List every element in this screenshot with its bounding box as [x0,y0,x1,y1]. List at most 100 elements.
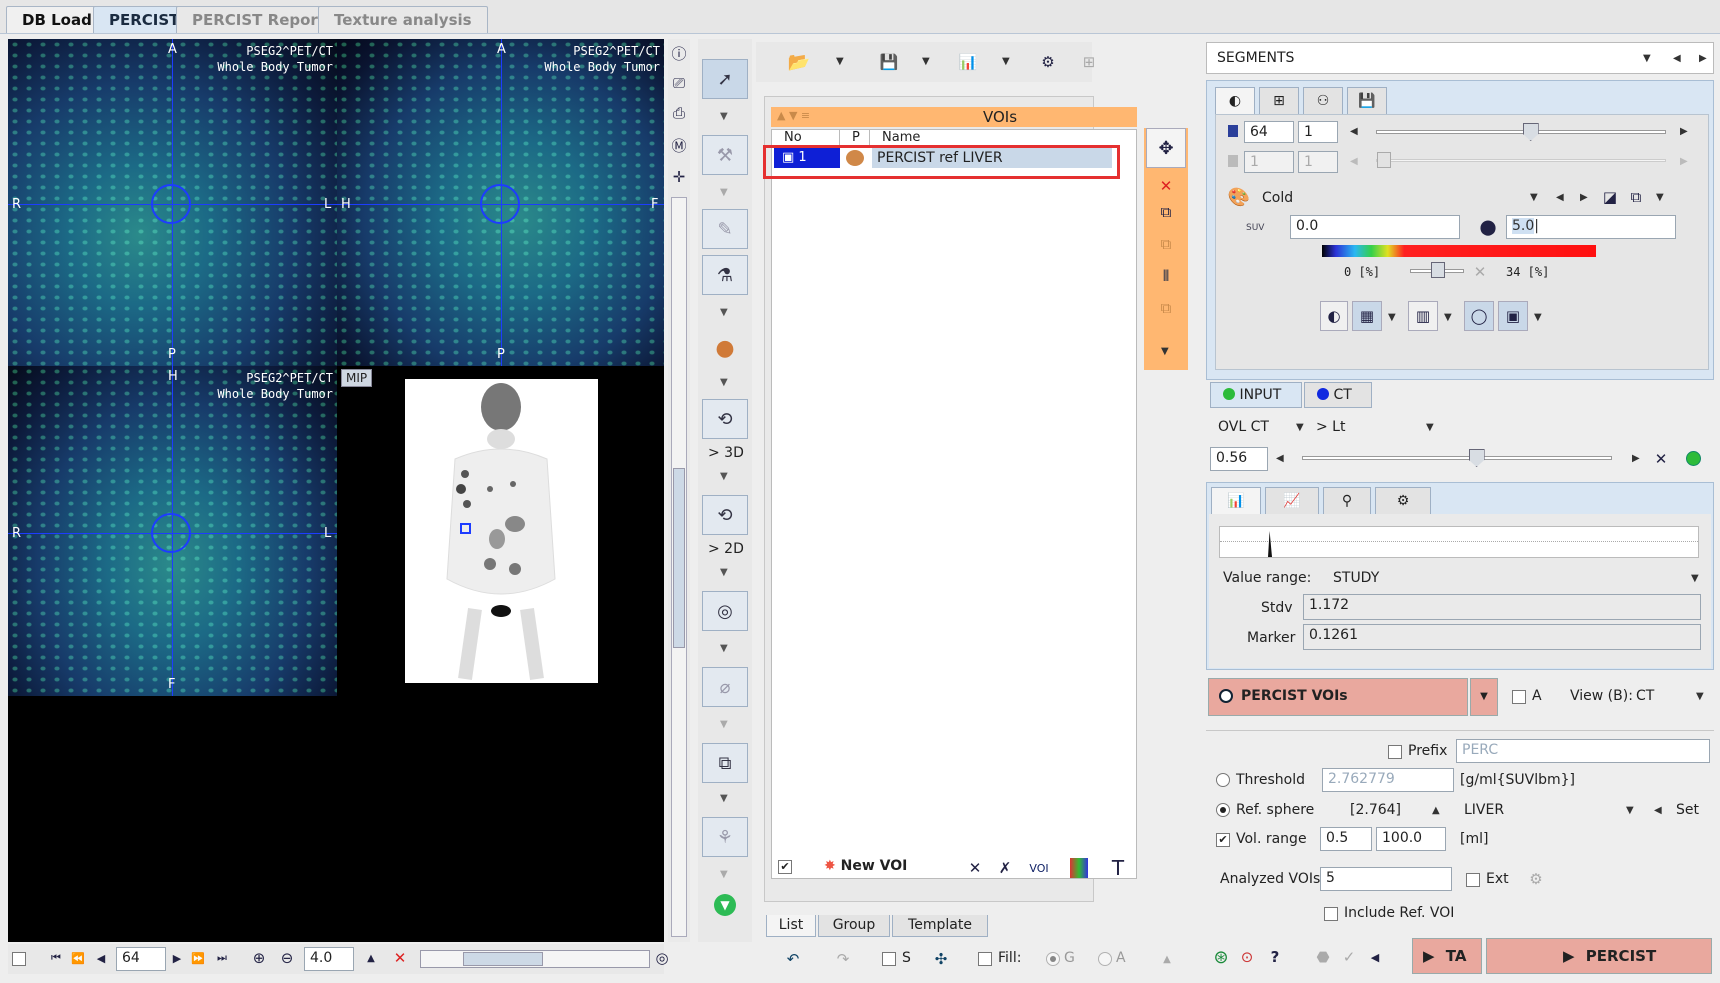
chevron-down-icon[interactable]: ▼ [720,567,728,578]
ext-settings-icon[interactable]: ⚙ [1522,867,1550,891]
palette-icon[interactable]: 🎨 [1226,185,1252,209]
disabled-tool-icon[interactable]: ⊞ [1076,50,1102,74]
save-icon[interactable]: 💾 [876,50,902,74]
slider-thumb[interactable] [1522,123,1539,141]
zoom-in-icon[interactable]: ⊕ [250,948,268,968]
clear-icon[interactable]: ✕ [1472,263,1488,281]
outline-icon[interactable]: ◯ [1464,301,1494,331]
help-icon[interactable]: ? [1264,944,1286,970]
tab-layout-icon[interactable]: ⊞ [1259,87,1299,114]
merge-voi-icon[interactable]: ⧉ [1146,296,1186,320]
crosshair-ring[interactable] [151,184,191,224]
chevron-down-icon[interactable]: ▼ [1530,192,1538,203]
layers-icon[interactable]: ⧉ [1626,187,1646,207]
chevron-down-icon[interactable]: ▼ [720,643,728,654]
percist-button[interactable]: ▶ PERCIST [1486,938,1712,974]
chevron-down-icon[interactable]: ▼ [1444,312,1452,323]
threshold-input[interactable]: 2.762779 [1322,768,1454,792]
up-icon[interactable]: ▲ [1432,805,1440,816]
next-icon[interactable]: ▶ [1580,192,1588,203]
set-button[interactable]: Set [1676,802,1699,818]
next-icon[interactable]: ▶ [1680,126,1688,137]
scroll-thumb[interactable] [463,952,543,966]
vertical-scrollbar[interactable] [671,197,687,937]
prev-icon[interactable]: ◀ [1673,53,1681,64]
percist-vois-select[interactable]: PERCIST VOIs [1208,678,1468,716]
slice-input[interactable]: 64 [116,947,166,971]
prefix-input[interactable]: PERC [1456,739,1710,763]
overlay-mode[interactable]: > Lt [1316,419,1345,435]
chevron-down-icon[interactable]: ▼ [720,187,728,198]
overlay-source[interactable]: OVL CT [1218,419,1269,435]
prev-icon[interactable]: ◀ [1364,944,1386,970]
pct-slider[interactable] [1410,262,1464,278]
pen-tool-icon[interactable]: ✎ [702,209,748,249]
chevron-down-icon[interactable]: ▼ [1626,805,1634,816]
colorbar[interactable] [1322,245,1596,257]
voi-list[interactable]: No P Name ▣ 1 PERCIST ref LIVER [771,129,1137,879]
fast-forward-icon[interactable]: ⏩ [190,948,206,968]
chevron-down-icon[interactable]: ▼ [1426,422,1434,433]
ref-sphere-radio[interactable] [1216,803,1230,817]
settings-tool-icon[interactable]: ⚙ [1034,50,1062,74]
threshold-icon[interactable]: ⬤ [1478,215,1498,239]
tab-texture-analysis[interactable]: Texture analysis [318,6,488,33]
tab-save-icon[interactable]: 💾 [1347,87,1387,114]
ref-organ-select[interactable]: LIVER [1464,802,1504,818]
chevron-down-icon[interactable]: ▼ [1161,346,1169,357]
scroll-thumb[interactable] [673,468,685,648]
prev-icon[interactable]: ◀ [1350,126,1358,137]
chevron-down-icon[interactable]: ▼ [836,56,844,67]
mip-image[interactable] [405,379,598,683]
delete-icon[interactable]: ✕ [966,858,984,878]
percist-vois-dropdown[interactable]: ▼ [1470,678,1498,716]
include-ref-checkbox[interactable] [1324,907,1338,921]
prev-icon[interactable]: ◀ [1350,156,1358,167]
grid-icon[interactable]: ▦ [1352,301,1382,331]
new-voi-button[interactable]: ✸ New VOI [824,858,907,874]
2d-tool-icon[interactable]: ⟲ [702,495,748,535]
mask-icon[interactable]: ▣ [1498,301,1528,331]
chevron-down-icon[interactable]: ▼ [720,471,728,482]
sync-checkbox[interactable] [12,952,26,966]
slice2-slider[interactable] [1376,152,1666,168]
sphere-tool-icon[interactable]: ● [712,335,738,361]
crosshair-icon[interactable]: ✛ [668,167,690,187]
chevron-down-icon[interactable]: ▼ [1002,56,1010,67]
invert-icon[interactable]: ◪ [1600,187,1620,207]
move-voi-icon[interactable]: ✥ [1146,128,1186,168]
next-icon[interactable]: ▶ [1680,156,1688,167]
delete-all-icon[interactable]: ✗ [996,858,1014,878]
crosshair-ring[interactable] [151,513,191,553]
next-icon[interactable]: ▶ [1699,53,1707,64]
brush-tool-icon[interactable]: ⚗ [702,255,748,295]
tab-input[interactable]: INPUT [1210,382,1302,408]
cube-tool-icon[interactable]: ⧉ [702,743,748,783]
chevron-down-icon[interactable]: ▼ [1534,312,1542,323]
chevron-down-icon[interactable]: ▼ [720,111,728,122]
threshold-radio[interactable] [1216,773,1230,787]
copy-voi-icon[interactable]: ⧉ [1146,200,1186,224]
close-icon[interactable]: ✕ [1652,448,1670,470]
coronal-viewport[interactable]: PSEG2^PET/CT Whole Body Tumor H F R L [8,366,337,696]
last-slice-icon[interactable]: ⏭ [214,948,230,968]
ext-checkbox[interactable] [1466,873,1480,887]
mip-label[interactable]: MIP [341,369,373,387]
overlay-slider[interactable] [1302,449,1612,467]
horizontal-scrollbar[interactable] [420,950,650,968]
check-icon[interactable]: ✓ [1338,944,1360,970]
open-folder-icon[interactable]: 📂 [786,50,812,74]
screenshot-icon[interactable]: ◎ [654,948,670,968]
prev-icon[interactable]: ◀ [1654,805,1662,816]
chevron-down-icon[interactable]: ▼ [720,719,728,730]
zoom-up-icon[interactable]: ▲ [364,948,378,968]
tab-percist-report[interactable]: PERCIST Report [176,6,341,33]
vol-range-checkbox[interactable]: ✔ [1216,833,1230,847]
next-slice-icon[interactable]: ▶ [170,948,184,968]
chevron-down-icon[interactable]: ▼ [1643,53,1651,64]
text-icon[interactable]: T [1108,856,1128,880]
marker-icon[interactable]: Ⓜ [668,135,690,155]
segments-header[interactable]: SEGMENTS ▼ ◀ ▶ [1206,42,1714,74]
tab-list[interactable]: List [766,915,816,937]
redo-icon[interactable]: ↷ [832,948,854,970]
